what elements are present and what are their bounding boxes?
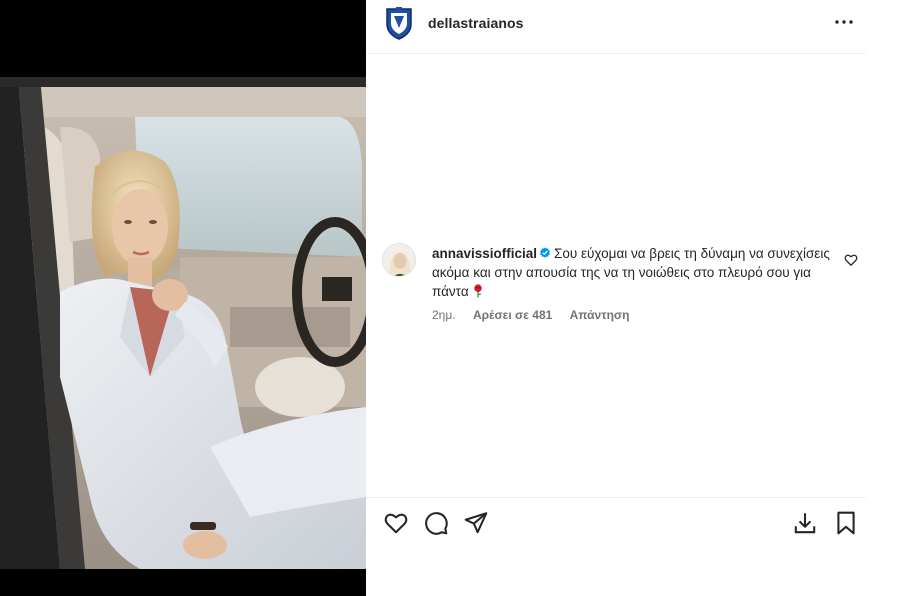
owner-avatar[interactable] (384, 6, 414, 40)
share-button[interactable] (463, 510, 489, 536)
heart-outline-icon (844, 254, 858, 266)
comment-meta: 2ημ. Αρέσει σε 481 Απάντηση (432, 308, 643, 322)
post-photo-illustration (0, 77, 366, 569)
commenter-avatar-image (383, 244, 415, 276)
post-action-bar (366, 497, 866, 547)
like-button[interactable] (383, 510, 409, 536)
post-header: dellastraianos (366, 0, 866, 54)
comment-button[interactable] (423, 510, 449, 536)
comment-timestamp[interactable]: 2ημ. (432, 308, 456, 322)
more-horizontal-icon (835, 20, 853, 24)
post-owner-username[interactable]: dellastraianos (428, 15, 524, 31)
commenter-username[interactable]: annavissiofficial (432, 246, 537, 261)
comment-likes-count[interactable]: Αρέσει σε 481 (473, 308, 552, 322)
crest-logo-icon (386, 7, 412, 40)
comment-like-button[interactable] (844, 253, 858, 267)
comment-text-block: annavissiofficial Σου εύχομαι να βρεις τη… (432, 244, 832, 301)
download-button[interactable] (792, 510, 818, 536)
save-button[interactable] (833, 510, 859, 536)
bookmark-icon (837, 511, 855, 535)
commenter-avatar[interactable] (382, 243, 416, 277)
comment-reply-button[interactable]: Απάντηση (570, 308, 630, 322)
post-media-column (0, 0, 366, 596)
post-photo[interactable] (0, 77, 366, 569)
heart-outline-icon (384, 513, 408, 534)
rose-emoji-icon (472, 284, 484, 298)
download-icon (794, 513, 816, 534)
verified-badge-icon (539, 247, 551, 259)
post-details-panel: dellastraianos annavissiofficial Σου εύχο… (366, 0, 900, 596)
comment-bubble-icon (425, 512, 448, 535)
paper-plane-icon (464, 512, 488, 534)
more-options-button[interactable] (832, 10, 856, 34)
